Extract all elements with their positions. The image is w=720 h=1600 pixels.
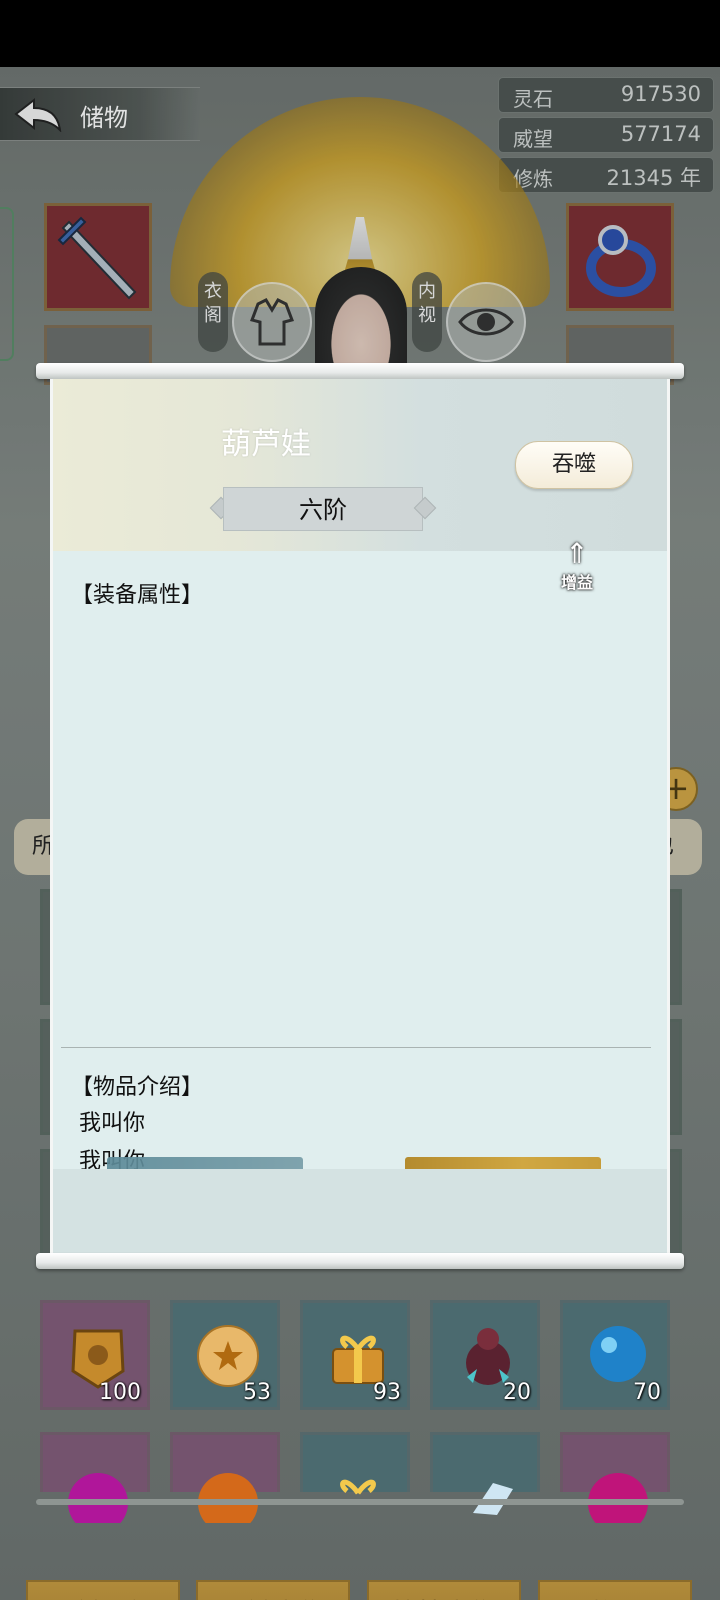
crystal-icon [473,1483,513,1515]
inventory-slot[interactable] [300,1432,410,1495]
storage-scene: 储物 灵石 917530 威望 577174 修炼 21345 年 衣阁 内视 [0,67,720,1600]
buff-arrow-icon: ⇑ [565,537,589,570]
item-count: 100 [99,1380,141,1405]
gift-box-icon [340,1479,376,1495]
quick-sell-button[interactable]: 快捷出售 [367,1580,521,1600]
magenta-orb-icon [588,1473,648,1523]
inventory-slot[interactable]: 53 [170,1300,280,1410]
item-count: 70 [633,1380,661,1405]
panel-footer [53,1169,667,1257]
devour-button[interactable]: 吞噬 [515,441,633,489]
intro-title: 【物品介绍】 [71,1075,204,1100]
intro-line: 我叫你 [79,1111,146,1136]
inventory-slot[interactable]: 100 [40,1300,150,1410]
buff-button[interactable]: ⇑ 增益 [549,539,605,601]
amber-orb-icon [198,1473,258,1523]
item-count: 93 [373,1380,401,1405]
item-count: 20 [503,1380,531,1405]
inventory-slot[interactable]: 93 [300,1300,410,1410]
item-tier: 六阶 [223,487,423,531]
sell-all-button[interactable]: 一键出售 [196,1580,350,1600]
inventory-slot[interactable] [170,1432,280,1523]
inventory-scrollbar[interactable] [36,1499,684,1505]
decompose-all-button[interactable]: 一键分解 [26,1580,180,1600]
inventory-slot[interactable]: 70 [560,1300,670,1410]
item-detail-panel: 葫芦娃 六阶 吞噬 ⇑ 增益 【装备属性】 【物品介绍】 我叫你 我叫你 出售 … [50,379,670,1257]
item-count: 53 [243,1380,271,1405]
inventory-slot[interactable] [430,1432,540,1515]
sort-button[interactable]: 整理 [538,1580,692,1600]
item-name: 葫芦娃 [221,427,311,462]
inventory-slot[interactable]: 20 [430,1300,540,1410]
scroll-rod-bottom [36,1253,684,1269]
status-bar [0,0,720,67]
buff-label: 增益 [560,573,593,592]
scroll-rod-top [36,363,684,379]
attributes-title: 【装备属性】 [71,583,204,608]
purple-orb-icon [68,1473,128,1523]
inventory-slot[interactable] [560,1432,670,1523]
section-divider [61,1047,651,1048]
inventory-slot[interactable] [40,1432,150,1523]
